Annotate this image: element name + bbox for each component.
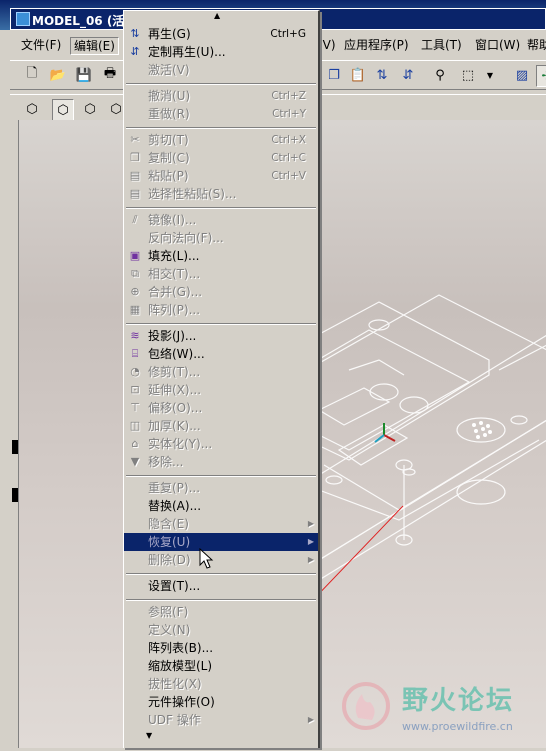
watermark-title: 野火论坛 <box>402 686 515 716</box>
menu-item-trim[interactable]: ◔ 修剪(T)... <box>124 363 318 381</box>
submenu-arrow-icon: ▶ <box>307 715 314 724</box>
remove-icon: ▼ <box>130 455 140 468</box>
scroll-down-icon[interactable]: ▼ <box>146 731 152 740</box>
menu-item-replace[interactable]: 替换(A)... <box>124 497 318 515</box>
menu-item-undo[interactable]: 撤消(U) Ctrl+Z <box>124 87 318 105</box>
fill-icon: ▣ <box>129 249 141 262</box>
submenu-arrow-icon: ▶ <box>307 519 314 528</box>
menu-item-setup[interactable]: 设置(T)... <box>124 577 318 595</box>
solidify-icon: ⌂ <box>131 437 139 450</box>
left-dock-strip <box>0 120 18 748</box>
menu-separator <box>126 475 316 477</box>
menu-item-regenerate[interactable]: ⇅ 再生(G) Ctrl+G <box>124 25 318 43</box>
menu-item-offset[interactable]: ⊤ 偏移(O)... <box>124 399 318 417</box>
menu-item-udf-operations[interactable]: UDF 操作 ▶ <box>124 711 318 729</box>
select-box-icon[interactable]: ⬚ <box>458 65 478 85</box>
paste-special-icon: ▤ <box>129 187 141 200</box>
menu-item-activate[interactable]: 激活(V) <box>124 61 318 79</box>
spin-center-icon[interactable]: ✢ <box>536 65 546 87</box>
forum-watermark: 野火论坛 www.proewildfire.cn <box>330 672 540 742</box>
scissors-icon: ✂ <box>130 133 140 146</box>
menu-edit[interactable]: 编辑(E) <box>70 37 119 55</box>
menu-item-component-operations[interactable]: 元件操作(O) <box>124 693 318 711</box>
menu-item-custom-regenerate[interactable]: ⇵ 定制再生(U)... <box>124 43 318 61</box>
menu-item-solidify[interactable]: ⌂ 实体化(Y)... <box>124 435 318 453</box>
menu-file[interactable]: 文件(F) <box>18 37 64 53</box>
submenu-arrow-icon: ▶ <box>307 537 314 546</box>
menu-separator <box>126 573 316 575</box>
menu-item-redo[interactable]: 重做(R) Ctrl+Y <box>124 105 318 123</box>
menu-item-references[interactable]: 参照(F) <box>124 603 318 621</box>
find-icon[interactable]: ⚲ <box>430 65 450 85</box>
scroll-up-icon[interactable]: ▲ <box>214 11 220 20</box>
menu-separator <box>126 323 316 325</box>
merge-icon: ⊕ <box>130 285 140 298</box>
menu-item-wrap[interactable]: ⌸ 包络(W)... <box>124 345 318 363</box>
hidden-line-icon[interactable]: ⬡ <box>52 99 74 121</box>
regenerate-toolbar-icon[interactable]: ⇅ <box>372 65 392 85</box>
custom-regenerate-icon: ⇵ <box>130 45 140 58</box>
menu-item-definition[interactable]: 定义(N) <box>124 621 318 639</box>
menu-item-extend[interactable]: ⊡ 延伸(X)... <box>124 381 318 399</box>
pattern-icon: ▦ <box>129 303 141 316</box>
save-icon[interactable]: 💾 <box>74 65 94 85</box>
offset-icon: ⊤ <box>130 401 140 414</box>
menu-item-intersect[interactable]: ⧉ 相交(T)... <box>124 265 318 283</box>
menu-item-pattern-table[interactable]: 阵列表(B)... <box>124 639 318 657</box>
submenu-arrow-icon: ▶ <box>307 555 314 564</box>
menu-item-flexibility[interactable]: 拔性化(X) <box>124 675 318 693</box>
print-icon[interactable]: 🖶 <box>100 65 120 85</box>
wrap-icon: ⌸ <box>131 347 139 360</box>
open-folder-icon[interactable]: 📂 <box>48 65 68 85</box>
chevron-down-icon[interactable]: ▼ <box>480 65 500 85</box>
menu-item-scale-model[interactable]: 缩放模型(L) <box>124 657 318 675</box>
menu-item-suppress[interactable]: 隐含(E) ▶ <box>124 515 318 533</box>
menu-item-repeat[interactable]: 重复(P)... <box>124 479 318 497</box>
flame-logo-icon <box>342 682 390 730</box>
menu-item-flip-normal[interactable]: 反向法向(F)... <box>124 229 318 247</box>
menu-item-resume[interactable]: 恢复(U) ▶ <box>124 533 318 551</box>
menu-item-thicken[interactable]: ◫ 加厚(K)... <box>124 417 318 435</box>
paste-toolbar-icon[interactable]: 📋 <box>348 65 368 85</box>
menu-item-paste[interactable]: ▤ 粘贴(P) Ctrl+V <box>124 167 318 185</box>
menu-item-merge[interactable]: ⊕ 合并(G)... <box>124 283 318 301</box>
menu-item-remove[interactable]: ▼ 移除... <box>124 453 318 471</box>
menu-window[interactable]: 窗口(W) <box>472 37 523 53</box>
regenerate-icon: ⇅ <box>130 27 140 40</box>
menu-applications[interactable]: 应用程序(P) <box>341 37 412 53</box>
copy-icon: ❐ <box>130 151 140 164</box>
mouse-cursor-icon <box>199 548 214 569</box>
menu-item-delete[interactable]: 删除(D) ▶ <box>124 551 318 569</box>
intersect-icon: ⧉ <box>131 267 139 280</box>
menu-item-paste-special[interactable]: ▤ 选择性粘贴(S)... <box>124 185 318 203</box>
menu-separator <box>126 127 316 129</box>
menu-item-copy[interactable]: ❐ 复制(C) Ctrl+C <box>124 149 318 167</box>
menu-tools[interactable]: 工具(T) <box>418 37 465 53</box>
thicken-icon: ◫ <box>129 419 141 432</box>
menu-help[interactable]: 帮助 <box>524 37 546 53</box>
menu-item-project[interactable]: ≋ 投影(J)... <box>124 327 318 345</box>
menu-separator <box>126 599 316 601</box>
custom-regenerate-toolbar-icon[interactable]: ⇵ <box>398 65 418 85</box>
menu-item-pattern[interactable]: ▦ 阵列(P)... <box>124 301 318 319</box>
repaint-icon[interactable]: ▨ <box>512 65 532 85</box>
copy-toolbar-icon[interactable]: ❐ <box>324 65 344 85</box>
watermark-url: www.proewildfire.cn <box>402 720 513 733</box>
menu-item-mirror[interactable]: ⫽ 镜像(I)... <box>124 211 318 229</box>
paste-icon: ▤ <box>129 169 141 182</box>
new-file-icon[interactable]: 🗋 <box>22 65 42 85</box>
menu-item-cut[interactable]: ✂ 剪切(T) Ctrl+X <box>124 131 318 149</box>
mirror-icon: ⫽ <box>132 213 138 226</box>
edit-dropdown-menu: ▲ ⇅ 再生(G) Ctrl+G ⇵ 定制再生(U)... 激活(V) 撤消(U… <box>123 10 320 748</box>
no-hidden-icon[interactable]: ⬡ <box>80 99 100 119</box>
app-icon <box>16 12 30 26</box>
wireframe-icon[interactable]: ⬡ <box>22 99 42 119</box>
menu-separator <box>126 207 316 209</box>
menu-item-fill[interactable]: ▣ 填充(L)... <box>124 247 318 265</box>
extend-icon: ⊡ <box>130 383 140 396</box>
project-icon: ≋ <box>130 329 140 342</box>
menu-separator <box>126 83 316 85</box>
trim-icon: ◔ <box>130 365 140 378</box>
